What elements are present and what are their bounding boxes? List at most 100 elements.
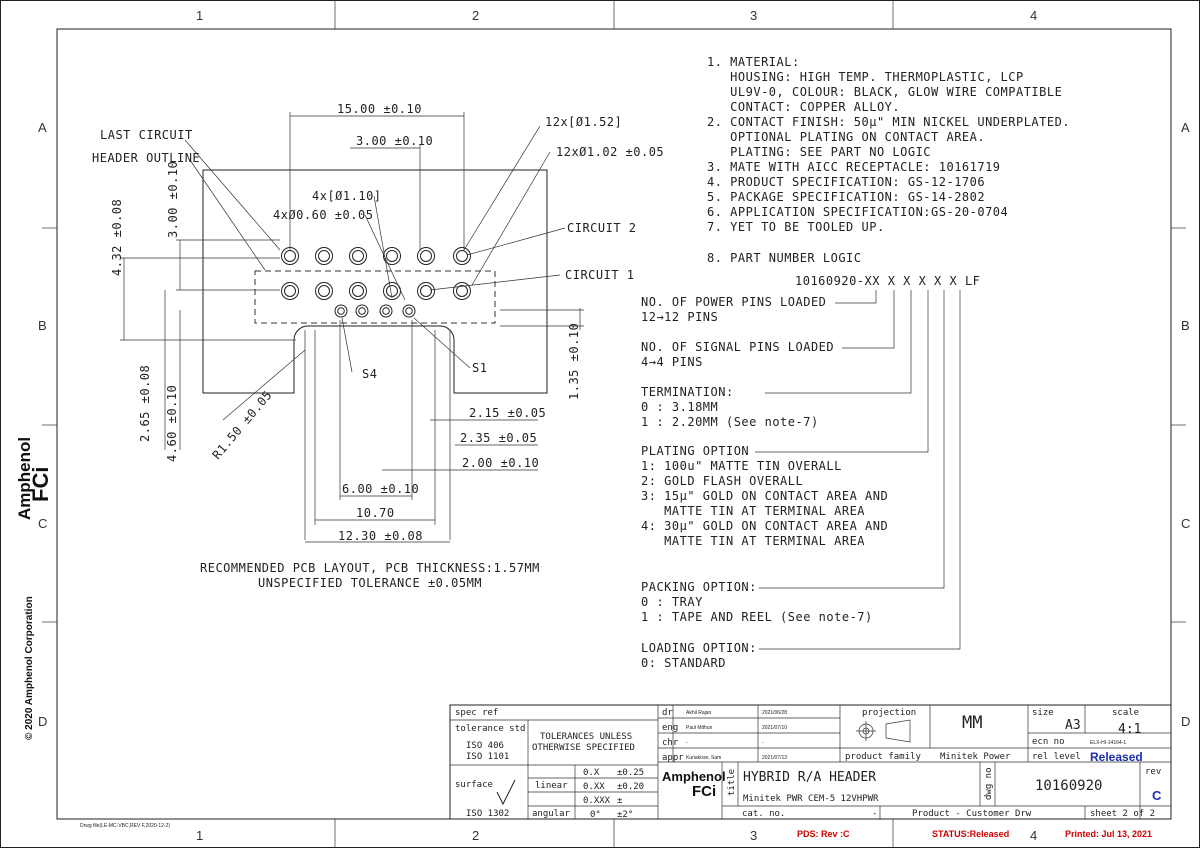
dim-4x060: 4xØ0.60 ±0.05 bbox=[273, 208, 373, 222]
note-line: 5. PACKAGE SPECIFICATION: GS-14-2802 bbox=[707, 190, 985, 204]
tb-ecn: ELX-HI-14164-1 bbox=[1090, 740, 1126, 746]
note-line: 4. PRODUCT SPECIFICATION: GS-12-1706 bbox=[707, 175, 985, 189]
tb-cat-no: cat. no. bbox=[742, 809, 785, 819]
role-name: Kuriakose, Sam bbox=[686, 755, 721, 761]
label-header-outline: HEADER OUTLINE bbox=[92, 151, 200, 165]
note-line: 6. APPLICATION SPECIFICATION:GS-20-0704 bbox=[707, 205, 1008, 219]
power-pin bbox=[417, 282, 435, 300]
tb-surface: surface bbox=[455, 780, 493, 790]
tb-dwg-label: dwg no bbox=[984, 767, 994, 800]
part-logic-line: LOADING OPTION: bbox=[641, 641, 757, 655]
part-logic-line: 1 : 2.20MM (See note-7) bbox=[641, 415, 819, 429]
part-logic-line: 2: GOLD FLASH OVERALL bbox=[641, 474, 803, 488]
power-pin bbox=[383, 247, 401, 265]
tb-tolerance-std: tolerance std bbox=[455, 724, 525, 734]
power-pin bbox=[315, 282, 333, 300]
role-label: appr bbox=[662, 753, 684, 763]
tb-rel-level-label: rel level bbox=[1032, 752, 1081, 762]
part-logic-line: 0: STANDARD bbox=[641, 656, 726, 670]
note-line: 7. YET TO BE TOOLED UP. bbox=[707, 220, 885, 234]
dim-1230: 12.30 ±0.08 bbox=[338, 529, 423, 543]
power-pin bbox=[417, 247, 435, 265]
tolerance-rows: 0.X ±0.25 0.XX ±0.20 0.XXX ±0° ±2° bbox=[583, 768, 644, 820]
tb-ecn-label: ecn no bbox=[1032, 737, 1065, 747]
note-line: OPTIONAL PLATING ON CONTACT AREA. bbox=[707, 130, 985, 144]
tol-value: ±0.25 bbox=[617, 768, 644, 778]
part-logic-line: 1: 100u" MATTE TIN OVERALL bbox=[641, 459, 842, 473]
tb-logo-bottom: FCi bbox=[692, 783, 716, 800]
signal-pin bbox=[402, 304, 416, 318]
notes-block: 1. MATERIAL: HOUSING: HIGH TEMP. THERMOP… bbox=[707, 55, 1070, 234]
part-logic-line: 4→4 PINS bbox=[641, 355, 703, 369]
signal-pin bbox=[355, 304, 369, 318]
role-name: - bbox=[686, 740, 688, 746]
part-logic-line: NO. OF SIGNAL PINS LOADED bbox=[641, 340, 834, 354]
label-circuit2: CIRCUIT 2 bbox=[567, 221, 637, 235]
note-line: 1. MATERIAL: bbox=[707, 55, 800, 69]
dim-265: 2.65 ±0.08 bbox=[138, 365, 152, 442]
power-pin bbox=[281, 282, 299, 300]
circuit-outline bbox=[254, 270, 496, 324]
zone-row-c-right: C bbox=[1181, 516, 1190, 531]
dim-432: 4.32 ±0.08 bbox=[110, 199, 124, 276]
dim-12x152: 12x[Ø1.52] bbox=[545, 115, 622, 129]
tb-iso406: ISO 406 bbox=[466, 741, 504, 751]
signal-pin bbox=[379, 304, 393, 318]
tb-title: HYBRID R/A HEADER bbox=[743, 770, 876, 785]
zone-col-1-top: 1 bbox=[196, 8, 203, 23]
footer-status: STATUS:Released bbox=[932, 829, 1009, 839]
power-pin bbox=[349, 247, 367, 265]
power-pin bbox=[281, 247, 299, 265]
tol-value: ±2° bbox=[617, 810, 633, 820]
label-circuit1: CIRCUIT 1 bbox=[565, 268, 635, 282]
part-logic-line: PACKING OPTION: bbox=[641, 580, 757, 594]
tol-key: 0° bbox=[590, 810, 601, 820]
zone-col-4-top: 4 bbox=[1030, 8, 1037, 23]
role-label: chr bbox=[662, 738, 679, 748]
role-date: - bbox=[762, 740, 764, 746]
footer-file: Drwg file(LE-MC-VBC,REV F,2020-12-2) bbox=[80, 823, 170, 829]
dim-1070: 10.70 bbox=[356, 506, 395, 520]
signal-pin bbox=[334, 304, 348, 318]
footer-pds: PDS: Rev :C bbox=[797, 829, 850, 839]
role-date: 2021/06/28 bbox=[762, 710, 787, 716]
zone-row-a-right: A bbox=[1181, 120, 1190, 135]
tb-scale: 4:1 bbox=[1118, 722, 1141, 737]
tb-title-label: title bbox=[727, 769, 737, 796]
note-line: CONTACT: COPPER ALLOY. bbox=[707, 100, 900, 114]
part-logic-line: 3: 15µ" GOLD ON CONTACT AREA AND bbox=[641, 489, 888, 503]
tb-linear: linear bbox=[535, 781, 568, 791]
part-logic-line: 12→12 PINS bbox=[641, 310, 718, 324]
tb-rev-label: rev bbox=[1145, 767, 1161, 777]
role-name: Paul Mithun bbox=[686, 725, 713, 731]
tb-units: MM bbox=[962, 713, 982, 733]
pins-group bbox=[281, 247, 471, 318]
tb-product-family-label: product family bbox=[845, 752, 921, 762]
role-date: 2021/07/13 bbox=[762, 755, 787, 761]
zone-row-c-left: C bbox=[38, 516, 47, 531]
part-logic-line: TERMINATION: bbox=[641, 385, 734, 399]
label-s4: S4 bbox=[362, 367, 377, 381]
tb-size-label: size bbox=[1032, 708, 1054, 718]
label-last-circuit: LAST CIRCUIT bbox=[100, 128, 193, 142]
zone-col-2-bottom: 2 bbox=[472, 828, 479, 843]
dim-12x102: 12xØ1.02 ±0.05 bbox=[556, 145, 664, 159]
zone-row-d-left: D bbox=[38, 714, 47, 729]
dim-r150: R1.50 ±0.05 bbox=[210, 388, 275, 462]
part-logic-line: 4: 30µ" GOLD ON CONTACT AREA AND bbox=[641, 519, 888, 533]
tb-tol-text2: OTHERWISE SPECIFIED bbox=[532, 743, 635, 753]
power-pin bbox=[453, 247, 471, 265]
tb-iso1302: ISO 1302 bbox=[466, 809, 509, 819]
dim-200: 2.00 ±0.10 bbox=[462, 456, 539, 470]
zone-col-3-top: 3 bbox=[750, 8, 757, 23]
tb-rel-level: Released bbox=[1090, 750, 1143, 764]
zone-row-d-right: D bbox=[1181, 714, 1190, 729]
note-line: PLATING: SEE PART NO LOGIC bbox=[707, 145, 931, 159]
tb-spec-ref: spec ref bbox=[455, 708, 498, 718]
tol-key: 0.XX bbox=[583, 782, 605, 792]
projection-symbol bbox=[856, 719, 911, 743]
tb-cat-dash: - bbox=[872, 809, 877, 819]
approval-roles: dr Akhil Rajan 2021/06/28 eng Paul Mithun 202… bbox=[662, 708, 787, 763]
role-label: eng bbox=[662, 723, 678, 733]
tb-scale-label: scale bbox=[1112, 708, 1139, 718]
